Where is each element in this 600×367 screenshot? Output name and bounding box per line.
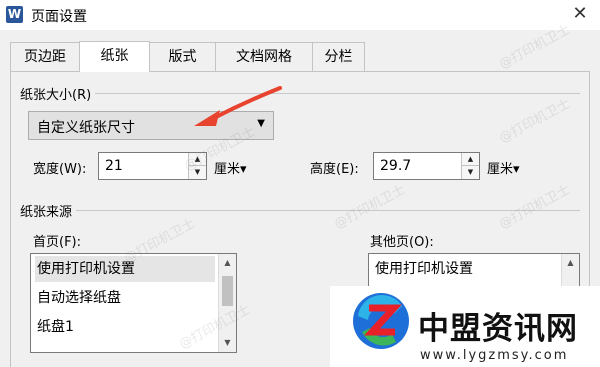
scrollbar[interactable]: ▲ ▼ [218, 254, 236, 352]
close-icon[interactable]: ✕ [568, 3, 592, 25]
annotation-arrow [194, 86, 282, 126]
tab-margins[interactable]: 页边距 [10, 42, 80, 72]
group-divider [20, 93, 580, 94]
annotation-arrow-head [194, 110, 220, 126]
width-value: 21 [105, 158, 123, 174]
spin-up-icon[interactable]: ▲ [462, 153, 479, 166]
height-unit-dropdown[interactable]: 厘米▾ [487, 158, 520, 177]
paper-source-group-title: 纸张来源 [20, 201, 77, 220]
height-spin-buttons: ▲ ▼ [461, 153, 479, 179]
width-label: 宽度(W): [33, 162, 87, 177]
width-spin-buttons: ▲ ▼ [188, 153, 206, 179]
paper-size-value: 自定义纸张尺寸 [37, 120, 135, 136]
tab-layout[interactable]: 版式 [149, 42, 216, 72]
wps-writer-icon: W [6, 6, 23, 23]
scroll-up-icon[interactable]: ▲ [562, 254, 579, 272]
site-logo-text: 中盟资讯网 [418, 311, 578, 347]
tab-document-grid[interactable]: 文档网格 [215, 42, 313, 72]
list-item[interactable]: 纸盘1 [35, 314, 215, 340]
paper-size-group-title: 纸张大小(R) [20, 84, 96, 103]
title-bar: W 页面设置 ✕ [0, 0, 600, 30]
spin-down-icon[interactable]: ▼ [189, 166, 206, 179]
site-logo-url: www.lygzmsy.com [420, 348, 569, 363]
spin-up-icon[interactable]: ▲ [189, 153, 206, 166]
site-logo-icon [353, 293, 409, 349]
scroll-down-icon[interactable]: ▼ [219, 334, 236, 352]
annotation-arrow-shaft [210, 86, 282, 121]
first-page-listbox[interactable]: 使用打印机设置 自动选择纸盘 纸盘1 ▲ ▼ [30, 253, 237, 353]
scroll-up-icon[interactable]: ▲ [219, 254, 236, 272]
first-page-label: 首页(F): [33, 235, 82, 250]
window-title: 页面设置 [31, 9, 87, 25]
width-stepper[interactable]: 21 ▲ ▼ [98, 152, 207, 180]
other-pages-label: 其他页(O): [370, 235, 434, 250]
width-unit-dropdown[interactable]: 厘米▾ [214, 158, 247, 177]
list-item[interactable]: 自动选择纸盘 [35, 285, 215, 311]
tab-paper[interactable]: 纸张 [79, 41, 150, 72]
tab-columns[interactable]: 分栏 [312, 42, 365, 72]
group-divider [20, 210, 580, 211]
spin-down-icon[interactable]: ▼ [462, 166, 479, 179]
list-item[interactable]: 使用打印机设置 [35, 256, 215, 282]
height-value: 29.7 [380, 158, 412, 174]
height-label: 高度(E): [310, 162, 359, 177]
scroll-thumb[interactable] [222, 276, 233, 306]
height-stepper[interactable]: 29.7 ▲ ▼ [373, 152, 480, 180]
list-item[interactable]: 使用打印机设置 [373, 256, 559, 282]
